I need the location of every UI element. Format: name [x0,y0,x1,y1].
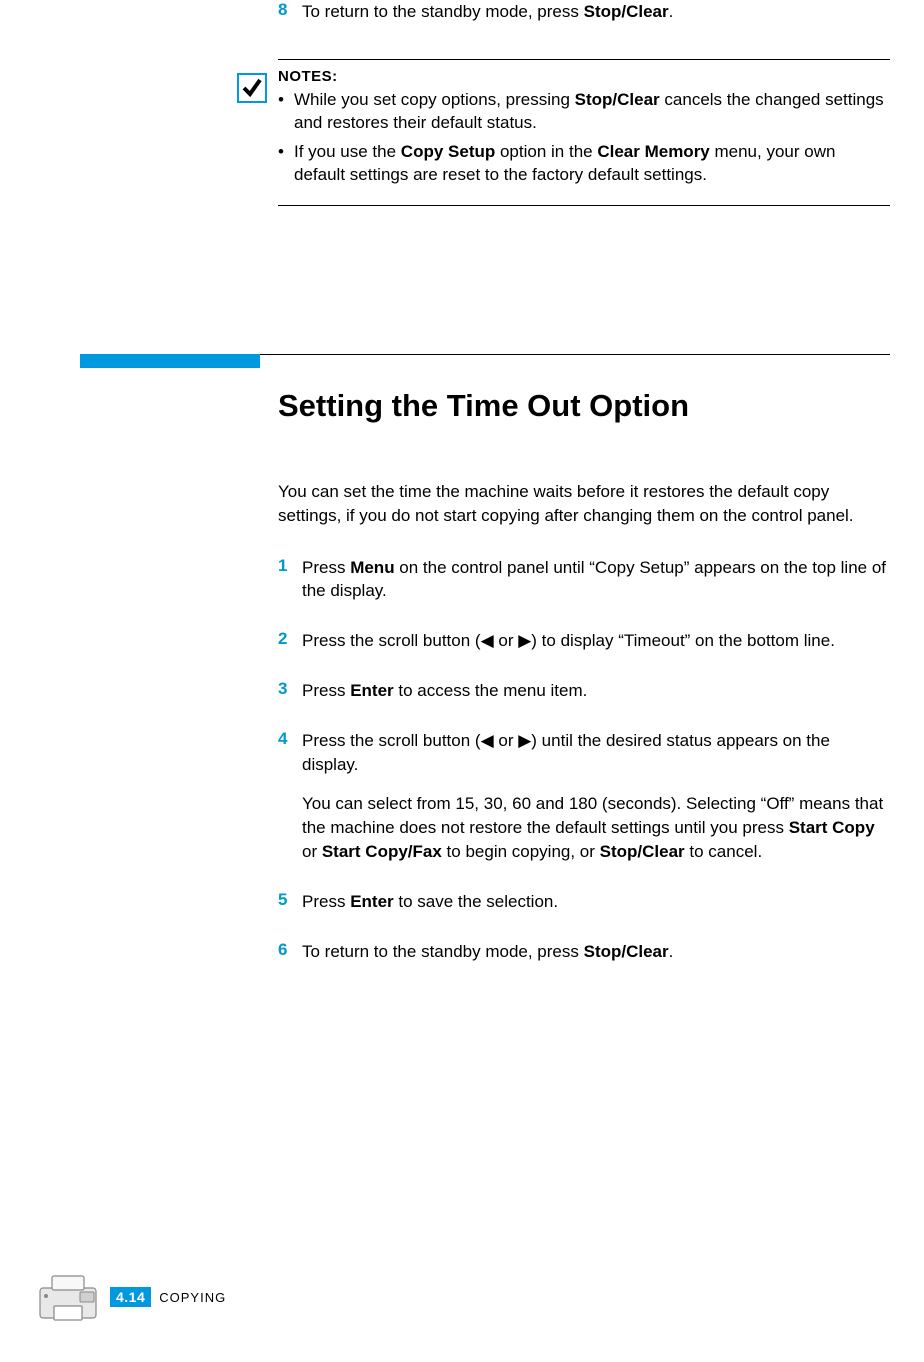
step-2-pre: Press the scroll button ( [302,631,481,650]
step-number-6: 6 [278,940,302,964]
section-heading: Setting the Time Out Option [278,388,689,424]
stop-clear-bold: Stop/Clear [584,2,669,21]
step-2: 2 Press the scroll button (◀ or ▶) to di… [278,629,890,653]
start-copy-fax-bold: Start Copy/Fax [322,842,442,861]
triangle-left-icon: ◀ [481,629,494,653]
step-number-1: 1 [278,556,302,604]
step-4: 4 Press the scroll button (◀ or ▶) until… [278,729,890,864]
step-2-mid: or [494,631,519,650]
step-number-2: 2 [278,629,302,653]
step-5: 5 Press Enter to save the selection. [278,890,890,914]
notes-item-2-bold2: Clear Memory [597,142,709,161]
step-3-post: to access the menu item. [394,681,588,700]
page-footer: 4.14 COPYING [34,1270,226,1324]
step-1: 1 Press Menu on the control panel until … [278,556,890,604]
notes-item-1-pre: While you set copy options, pressing [294,90,575,109]
step-4-mid: or [494,731,519,750]
stop-clear-bold-3: Stop/Clear [584,942,669,961]
printer-icon [34,1270,102,1324]
step-number-8: 8 [278,0,302,24]
step-2-text: Press the scroll button (◀ or ▶) to disp… [302,629,835,653]
step-1-text: Press Menu on the control panel until “C… [302,556,890,604]
divider-line [260,354,890,355]
step-number-4: 4 [278,729,302,864]
step-8: 8 To return to the standby mode, press S… [278,0,890,24]
step-1-pre: Press [302,558,350,577]
triangle-left-icon: ◀ [481,729,494,753]
step-8-text-post: . [669,2,674,21]
start-copy-bold: Start Copy [789,818,875,837]
notes-item-1: While you set copy options, pressing Sto… [278,89,890,135]
step-4-sub-mid2: to begin copying, or [442,842,600,861]
step-4-sub-post: to cancel. [685,842,763,861]
step-2-post: ) to display “Timeout” on the bottom lin… [531,631,835,650]
step-6-text: To return to the standby mode, press Sto… [302,940,673,964]
triangle-right-icon: ▶ [518,629,531,653]
intro-paragraph: You can set the time the machine waits b… [278,480,890,528]
section-body: You can set the time the machine waits b… [278,480,890,989]
step-4-text: Press the scroll button (◀ or ▶) until t… [302,729,890,864]
step-5-post: to save the selection. [394,892,558,911]
enter-bold-2: Enter [350,892,393,911]
step-8-text: To return to the standby mode, press Sto… [302,0,673,24]
notes-item-2: If you use the Copy Setup option in the … [278,141,890,187]
section-divider [80,354,890,368]
page-number-badge: 4.14 [110,1287,151,1307]
menu-bold: Menu [350,558,394,577]
step-3: 3 Press Enter to access the menu item. [278,679,890,703]
enter-bold-1: Enter [350,681,393,700]
step-6-pre: To return to the standby mode, press [302,942,584,961]
step-number-5: 5 [278,890,302,914]
notes-item-1-bold: Stop/Clear [575,90,660,109]
footer-section-name: COPYING [159,1290,226,1305]
divider-accent [80,354,260,368]
notes-item-2-mid: option in the [495,142,597,161]
notes-item-2-pre: If you use the [294,142,401,161]
notes-item-2-bold1: Copy Setup [401,142,495,161]
notes-icon [236,72,268,104]
step-4-sub-mid1: or [302,842,322,861]
stop-clear-bold-2: Stop/Clear [600,842,685,861]
triangle-right-icon: ▶ [518,729,531,753]
step-4-pre: Press the scroll button ( [302,731,481,750]
step-6-post: . [669,942,674,961]
step-3-pre: Press [302,681,350,700]
step-5-text: Press Enter to save the selection. [302,890,558,914]
notes-title: NOTES: [278,68,890,85]
top-content: 8 To return to the standby mode, press S… [278,0,890,206]
step-5-pre: Press [302,892,350,911]
notes-list: While you set copy options, pressing Sto… [278,89,890,187]
step-8-text-pre: To return to the standby mode, press [302,2,584,21]
step-4-subtext: You can select from 15, 30, 60 and 180 (… [302,792,890,863]
step-3-text: Press Enter to access the menu item. [302,679,587,703]
notes-box: NOTES: While you set copy options, press… [278,59,890,206]
step-number-3: 3 [278,679,302,703]
step-6: 6 To return to the standby mode, press S… [278,940,890,964]
